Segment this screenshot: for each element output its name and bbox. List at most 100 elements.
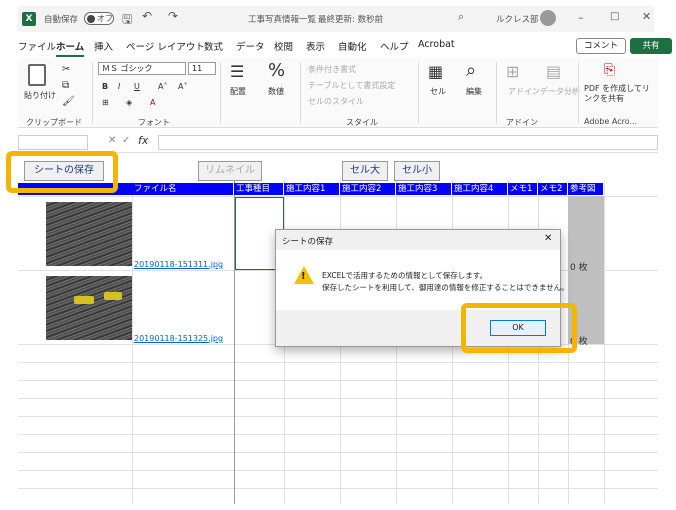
dialog-message-2: 保存したシートを利用して、御用達の情報を修正することはできません。 xyxy=(322,283,569,292)
avatar[interactable] xyxy=(540,10,556,26)
divider xyxy=(578,62,579,124)
tab-automate[interactable]: 自動化 xyxy=(338,39,367,53)
paste-button[interactable]: 貼り付け xyxy=(24,90,56,101)
header-file-name: ファイル名 xyxy=(132,183,234,195)
align-button[interactable]: 配置 xyxy=(230,86,246,97)
header-work-type: 工事種目 xyxy=(234,183,284,195)
format-painter-icon[interactable]: 🖌 xyxy=(62,96,75,107)
share-button[interactable]: 共有 xyxy=(630,38,672,54)
conditional-format-button[interactable]: 条件付き書式 xyxy=(308,64,356,75)
cell-small-button[interactable]: セル小 xyxy=(394,161,440,181)
name-box[interactable] xyxy=(18,135,88,150)
comment-button[interactable]: コメント xyxy=(576,38,626,54)
clipboard-icon xyxy=(28,64,46,86)
maximize-icon[interactable]: □ xyxy=(610,11,619,22)
user-name: ルクレス部 xyxy=(496,15,539,25)
copy-icon[interactable]: ⧉ xyxy=(62,80,69,91)
group-styles: スタイル xyxy=(346,118,378,127)
group-addins: アドイン xyxy=(506,118,538,127)
group-clipboard: クリップボード xyxy=(26,118,82,127)
tab-view[interactable]: 表示 xyxy=(306,39,325,53)
file-name: 工事写真情報一覧 xyxy=(248,15,317,25)
search-icon[interactable]: ⌕ xyxy=(458,10,464,24)
fill-color-icon[interactable]: ◈ xyxy=(126,98,132,107)
header-memo-2: メモ2 xyxy=(538,183,568,195)
photo-thumbnail[interactable] xyxy=(46,276,132,340)
group-font: フォント xyxy=(138,118,170,127)
align-icon[interactable]: ☰ xyxy=(230,62,244,81)
tab-help[interactable]: ヘルプ xyxy=(380,39,409,53)
formula-bar: ✕ ✓ fx xyxy=(18,133,658,153)
grid-line xyxy=(18,470,658,471)
dialog-title: シートの保存 xyxy=(282,237,334,247)
minimize-icon[interactable]: – xyxy=(578,11,584,24)
edit-button[interactable]: 編集 xyxy=(466,86,482,97)
grid-line xyxy=(604,180,605,504)
highlight-ok-button xyxy=(461,303,577,353)
header-memo-1: メモ1 xyxy=(508,183,538,195)
redo-icon[interactable]: ↷ xyxy=(168,9,178,23)
close-icon[interactable]: ✕ xyxy=(642,10,651,23)
save-icon[interactable]: 🖫 xyxy=(122,10,132,31)
formula-input[interactable] xyxy=(158,135,658,150)
divider xyxy=(220,62,221,124)
excel-logo-icon: X xyxy=(22,12,36,26)
font-shrink-icon[interactable]: A˅ xyxy=(178,82,187,91)
grid-line xyxy=(18,416,658,417)
highlight-save-button xyxy=(6,151,118,193)
dialog-body: ! EXCELで活用するための情報として保存します。 保存したシートを利用して、… xyxy=(276,250,569,310)
function-icon[interactable]: fx xyxy=(138,134,148,147)
tab-data[interactable]: データ xyxy=(236,39,265,53)
data-analysis-icon[interactable]: ▤ xyxy=(546,62,561,81)
cells-button[interactable]: セル xyxy=(430,86,446,97)
cell-styles-button[interactable]: セルのスタイル xyxy=(308,96,364,107)
font-grow-icon[interactable]: A˄ xyxy=(158,82,167,91)
table-format-button[interactable]: テーブルとして書式設定 xyxy=(308,80,395,91)
grid-line xyxy=(18,196,658,197)
addin-button[interactable]: アドイン xyxy=(508,86,540,97)
confirm-icon[interactable]: ✓ xyxy=(122,135,130,146)
data-analysis-button[interactable]: データ分析 xyxy=(540,86,580,97)
header-content-1: 施工内容1 xyxy=(284,183,340,195)
number-button[interactable]: 数値 xyxy=(268,86,284,97)
tab-acrobat[interactable]: Acrobat xyxy=(418,39,455,50)
border-icon[interactable]: ⊞ xyxy=(102,98,109,107)
tab-home[interactable]: ホーム xyxy=(56,39,85,57)
autosave-label: 自動保存 xyxy=(44,15,79,25)
autosave-toggle[interactable]: オフ xyxy=(84,12,114,25)
font-name-select[interactable]: ＭＳ ゴシック xyxy=(98,62,186,75)
grid-line xyxy=(18,362,658,363)
cells-icon[interactable]: ▦ xyxy=(428,62,443,81)
search-edit-icon[interactable]: ⌕ xyxy=(466,60,476,81)
photo-thumbnail[interactable] xyxy=(46,202,132,266)
header-content-2: 施工内容2 xyxy=(340,183,396,195)
grid-line xyxy=(18,380,658,381)
tab-page-layout[interactable]: ページ レイアウト xyxy=(126,39,205,53)
grid-line xyxy=(18,488,658,489)
underline-icon[interactable]: U xyxy=(134,82,140,91)
cell-large-button[interactable]: セル大 xyxy=(342,161,388,181)
tab-file[interactable]: ファイル xyxy=(18,39,56,53)
file-link[interactable]: 20190118-151311.jpg xyxy=(134,260,223,269)
bold-icon[interactable]: B xyxy=(102,82,108,91)
cancel-icon[interactable]: ✕ xyxy=(108,135,116,146)
tab-formulas[interactable]: 数式 xyxy=(204,39,223,53)
font-color-icon[interactable]: A xyxy=(150,98,155,107)
thumbnail-button[interactable]: リムネイル xyxy=(198,161,262,181)
dialog-message-1: EXCELで活用するための情報として保存します。 xyxy=(322,271,488,280)
tab-insert[interactable]: 挿入 xyxy=(94,39,113,53)
header-reference: 参考図 xyxy=(568,183,604,195)
file-link[interactable]: 20190118-151325.jpg xyxy=(134,334,223,343)
dialog-close-icon[interactable]: ✕ xyxy=(544,233,552,244)
italic-icon[interactable]: I xyxy=(118,82,120,91)
grid-line xyxy=(18,398,658,399)
font-size-select[interactable]: 11 xyxy=(188,62,216,75)
pdf-icon[interactable]: ⎘ xyxy=(604,62,615,78)
rebar-marker xyxy=(74,296,94,304)
cut-icon[interactable]: ✂ xyxy=(62,64,70,75)
addin-icon[interactable]: ⊞ xyxy=(506,62,519,81)
percent-icon[interactable]: % xyxy=(268,60,285,81)
tab-review[interactable]: 校閲 xyxy=(274,39,293,53)
undo-icon[interactable]: ↶ xyxy=(142,9,152,23)
create-pdf-button[interactable]: PDF を作成してリンクを共有 xyxy=(584,84,654,104)
